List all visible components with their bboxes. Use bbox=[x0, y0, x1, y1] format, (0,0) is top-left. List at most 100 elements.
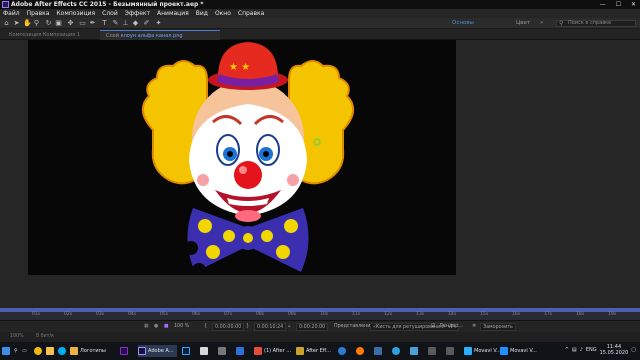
taskbar-search-button[interactable]: ⚲ bbox=[14, 345, 18, 357]
channel-icon[interactable]: ● bbox=[154, 323, 158, 331]
tab-layer[interactable]: Слой клоун альфа канал.png bbox=[100, 30, 220, 40]
panel-footer: 100% 8 бит/к bbox=[0, 332, 640, 342]
tick-label: 14s bbox=[448, 312, 457, 317]
taskbar-app[interactable] bbox=[410, 345, 418, 357]
app-icon bbox=[200, 347, 208, 355]
menu-file[interactable]: Файл bbox=[3, 9, 20, 18]
taskbar-skype[interactable] bbox=[58, 345, 66, 357]
region-icon[interactable]: ▦ bbox=[144, 323, 149, 331]
tick-label: 07s bbox=[224, 312, 233, 317]
roto-brush-tool-icon[interactable]: ✐ bbox=[143, 20, 150, 27]
menu-animation[interactable]: Анимация bbox=[157, 9, 189, 18]
taskbar-app[interactable] bbox=[218, 345, 226, 357]
camera-tool-icon[interactable]: ▣ bbox=[55, 20, 62, 27]
taskbar-movavi-2[interactable]: Movavi V... bbox=[500, 345, 537, 357]
system-tray: ^ ▤ ♪ ENG 11:44 15.05.2020 ▢ bbox=[565, 344, 636, 356]
taskbar-app[interactable] bbox=[200, 345, 208, 357]
duration-icon: ▵ bbox=[288, 324, 291, 329]
taskbar-premiere[interactable] bbox=[120, 345, 128, 357]
windows-icon bbox=[2, 347, 10, 355]
tick-label: 08s bbox=[256, 312, 265, 317]
footer-bit-depth[interactable]: 8 бит/к bbox=[36, 333, 54, 341]
taskbar-youtube[interactable]: (1) After ... bbox=[254, 345, 291, 357]
maximize-button[interactable]: ☐ bbox=[616, 0, 621, 9]
freeze-button[interactable]: Заморозить bbox=[480, 323, 516, 331]
taskbar-firefox[interactable] bbox=[356, 345, 364, 357]
help-search-input[interactable]: ⚲ Поиск в справке bbox=[556, 20, 636, 27]
minimize-button[interactable]: — bbox=[600, 0, 606, 9]
current-time[interactable]: 0:00:00:00 bbox=[212, 323, 245, 331]
volume-icon[interactable]: ♪ bbox=[580, 347, 583, 353]
zoom-value[interactable]: 100 % bbox=[174, 323, 189, 331]
taskbar-photoshop[interactable] bbox=[182, 345, 190, 357]
taskbar-chrome[interactable] bbox=[34, 345, 42, 357]
text-tool-icon[interactable]: T bbox=[101, 20, 108, 27]
after-effects-icon bbox=[138, 347, 146, 355]
brush-tool-icon[interactable]: ✎ bbox=[112, 20, 119, 27]
task-view-button[interactable]: ▭ bbox=[22, 345, 27, 357]
menu-help[interactable]: Справка bbox=[238, 9, 264, 18]
eraser-tool-icon[interactable]: ◆ bbox=[132, 20, 139, 27]
os-taskbar: ⚲ ▭ Логотипы Adobe A... (1) After ... Af… bbox=[0, 342, 640, 360]
clock-date: 15.05.2020 bbox=[599, 350, 629, 356]
folder-icon bbox=[70, 347, 78, 355]
menu-edit[interactable]: Правка bbox=[27, 9, 50, 18]
taskbar-telegram[interactable] bbox=[392, 345, 400, 357]
viewer-tabs: Композиция Композиция 1 Слой клоун альфа… bbox=[0, 29, 640, 40]
pan-behind-tool-icon[interactable]: ✥ bbox=[67, 20, 74, 27]
taskbar-item-label: Логотипы bbox=[80, 348, 106, 354]
taskbar-movavi-1[interactable]: Movavi V... bbox=[464, 345, 501, 357]
close-button[interactable]: ✕ bbox=[631, 0, 636, 9]
taskbar-after-effects-2[interactable]: After Eff... bbox=[296, 345, 331, 357]
menu-layer[interactable]: Слой bbox=[102, 9, 118, 18]
menu-composition[interactable]: Композиция bbox=[56, 9, 95, 18]
end-time[interactable]: 0:00:10:24 bbox=[254, 323, 287, 331]
start-button[interactable] bbox=[2, 345, 10, 357]
menu-window[interactable]: Окно bbox=[215, 9, 231, 18]
clock[interactable]: 11:44 15.05.2020 bbox=[600, 344, 629, 356]
in-point-icon[interactable]: { bbox=[204, 323, 207, 331]
taskbar-file-explorer[interactable] bbox=[46, 345, 54, 357]
taskbar-app[interactable] bbox=[236, 345, 244, 357]
notifications-icon[interactable]: ▢ bbox=[631, 347, 636, 353]
workspace-color[interactable]: Цвет bbox=[516, 19, 530, 28]
selection-tool-icon[interactable]: ➤ bbox=[13, 20, 20, 27]
zoom-tool-icon[interactable]: ⚲ bbox=[33, 20, 40, 27]
tray-overflow-icon[interactable]: ^ bbox=[565, 347, 569, 353]
workspace-menu-icon[interactable]: » bbox=[540, 19, 543, 28]
menu-view[interactable]: Вид bbox=[196, 9, 208, 18]
search-icon: ⚲ bbox=[14, 348, 18, 354]
duration[interactable]: 0:00:20:00 bbox=[296, 323, 329, 331]
taskbar-item-label: Adobe A... bbox=[148, 348, 174, 354]
layer-color-icon[interactable]: ■ bbox=[164, 323, 169, 331]
clone-stamp-tool-icon[interactable]: ⊥ bbox=[122, 20, 129, 27]
taskbar-app[interactable] bbox=[374, 345, 382, 357]
taskbar-edge[interactable] bbox=[338, 345, 346, 357]
taskbar-item-label: (1) After ... bbox=[264, 348, 292, 354]
tab-composition[interactable]: Композиция Композиция 1 bbox=[3, 30, 86, 40]
home-icon[interactable]: ⌂ bbox=[3, 20, 10, 27]
taskbar-app[interactable] bbox=[428, 345, 436, 357]
timeline-ruler[interactable]: 01s 02s 03s 04s 05s 06s 07s 08s 09s 10s … bbox=[0, 308, 640, 320]
tick-label: 03s bbox=[96, 312, 105, 317]
hand-tool-icon[interactable]: ✋ bbox=[23, 20, 32, 27]
view-label: Представление: bbox=[334, 324, 375, 329]
puppet-pin-tool-icon[interactable]: ✦ bbox=[155, 20, 162, 27]
rotate-tool-icon[interactable]: ↻ bbox=[45, 20, 52, 27]
rectangle-tool-icon[interactable]: ▭ bbox=[79, 20, 86, 27]
out-point-icon[interactable]: } bbox=[246, 323, 249, 331]
after-effects-app-icon bbox=[2, 1, 9, 8]
viewer-controls: ▦ ● ■ 100 % { 0:00:00:00 } 0:00:10:24 ▵ … bbox=[0, 320, 640, 332]
title-bar: Adobe After Effects CC 2015 - Безымянный… bbox=[0, 0, 640, 9]
pen-tool-icon[interactable]: ✒ bbox=[89, 20, 96, 27]
taskbar-item[interactable]: Логотипы bbox=[70, 345, 106, 357]
taskbar-app[interactable] bbox=[446, 345, 454, 357]
footer-zoom[interactable]: 100% bbox=[10, 333, 24, 341]
render-checkbox-icon[interactable]: ☑ bbox=[431, 323, 435, 331]
network-icon[interactable]: ▤ bbox=[572, 347, 577, 353]
layer-canvas[interactable]: ★ ★ bbox=[28, 40, 456, 275]
language-indicator[interactable]: ENG bbox=[586, 347, 597, 353]
taskbar-after-effects[interactable]: Adobe A... bbox=[138, 345, 177, 357]
workspace-essentials[interactable]: Основы bbox=[452, 19, 474, 28]
menu-effect[interactable]: Эффект bbox=[125, 9, 150, 18]
